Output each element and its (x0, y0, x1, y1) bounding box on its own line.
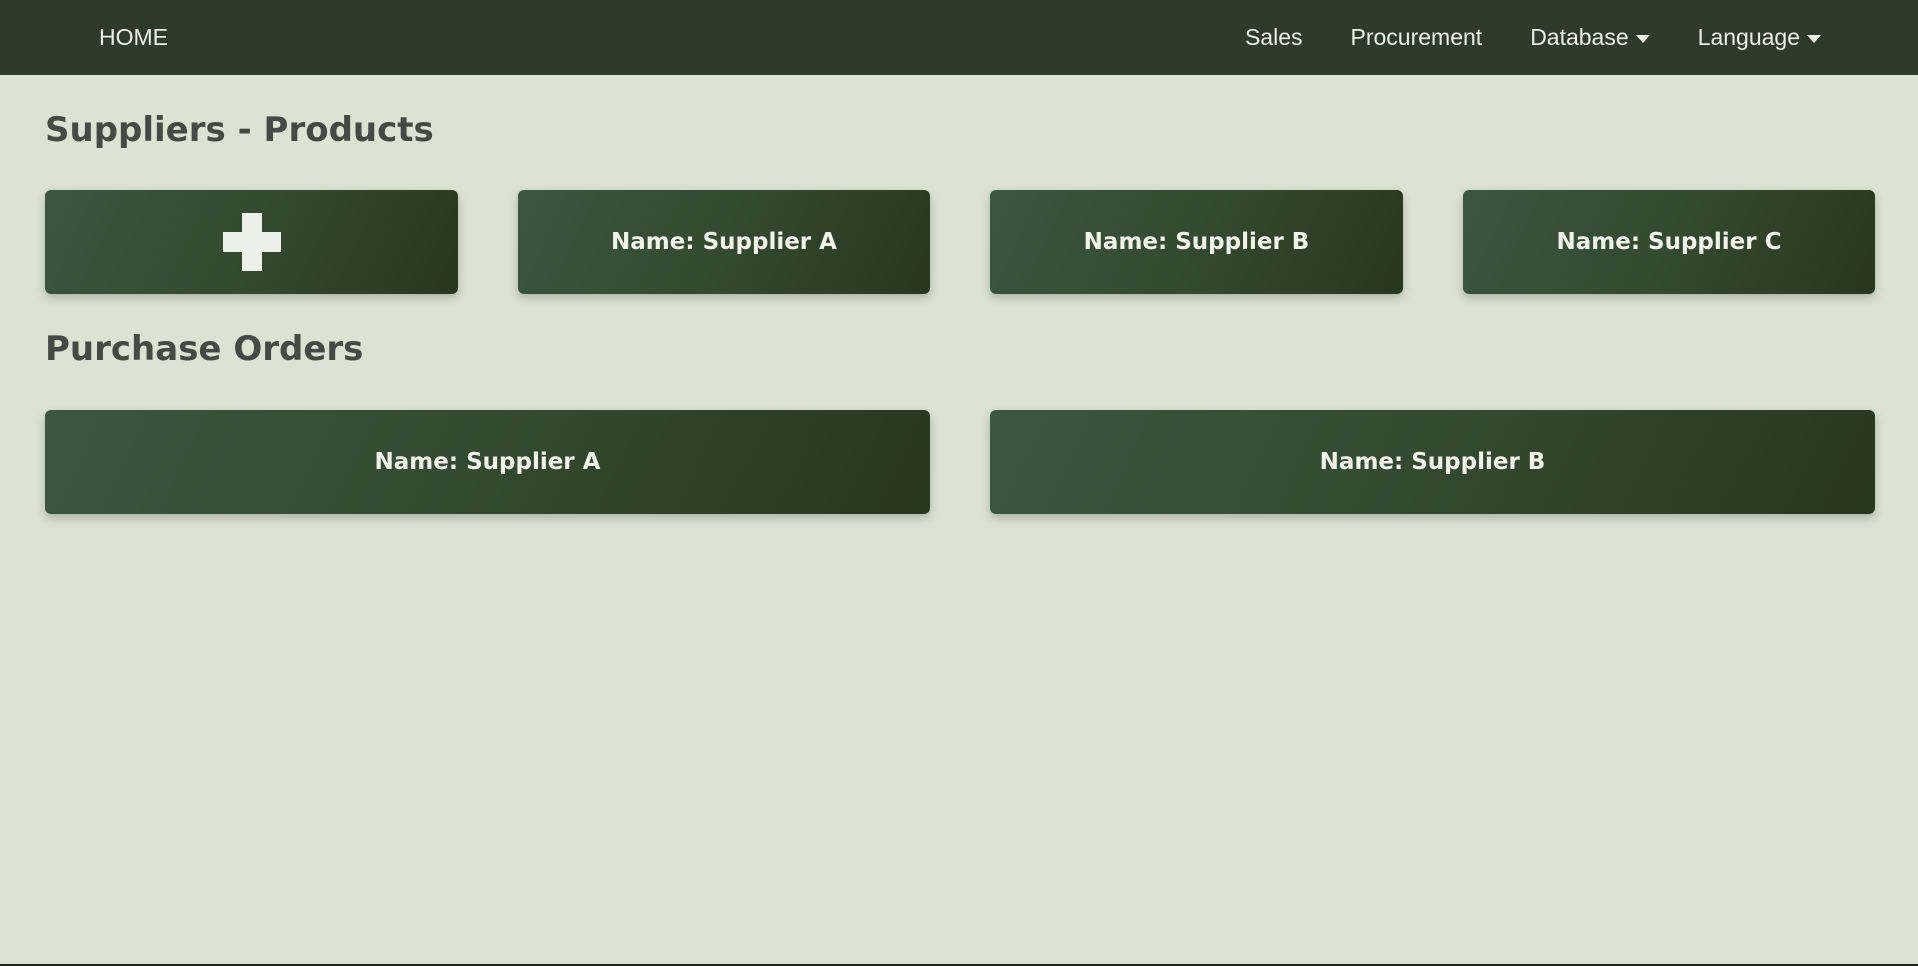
purchase-orders-title: Purchase Orders (45, 329, 364, 369)
nav-item-language-dropdown[interactable]: Language (1698, 24, 1821, 51)
nav-item-label: Procurement (1350, 24, 1483, 50)
nav-menu: Sales Procurement Database Language (1197, 0, 1821, 75)
caret-down-icon (1635, 34, 1650, 43)
caret-down-icon (1807, 34, 1821, 43)
supplier-card-label: Name: Supplier A (611, 229, 837, 255)
nav-item-label: Database (1530, 24, 1629, 50)
purchase-order-card-a[interactable]: Name: Supplier A (45, 410, 930, 514)
suppliers-products-title: Suppliers - Products (45, 110, 434, 150)
purchase-order-card-label: Name: Supplier B (1319, 449, 1546, 475)
top-navbar: HOME Sales Procurement Database Language (0, 0, 1918, 75)
nav-item-sales[interactable]: Sales (1245, 24, 1303, 51)
supplier-card-b[interactable]: Name: Supplier B (990, 190, 1403, 294)
purchase-order-card-b[interactable]: Name: Supplier B (990, 410, 1875, 514)
nav-item-label: Language (1697, 24, 1800, 50)
purchase-order-card-label: Name: Supplier A (374, 449, 601, 475)
nav-item-procurement[interactable]: Procurement (1351, 24, 1483, 51)
supplier-card-label: Name: Supplier B (1083, 229, 1310, 255)
supplier-card-a[interactable]: Name: Supplier A (518, 190, 930, 294)
supplier-card-c[interactable]: Name: Supplier C (1463, 190, 1875, 294)
supplier-card-label: Name: Supplier C (1556, 229, 1782, 255)
nav-item-label: Sales (1244, 24, 1303, 50)
nav-item-database-dropdown[interactable]: Database (1530, 24, 1650, 51)
nav-home-link[interactable]: HOME (99, 0, 168, 75)
plus-icon (222, 213, 281, 271)
add-supplier-button[interactable] (45, 190, 458, 294)
